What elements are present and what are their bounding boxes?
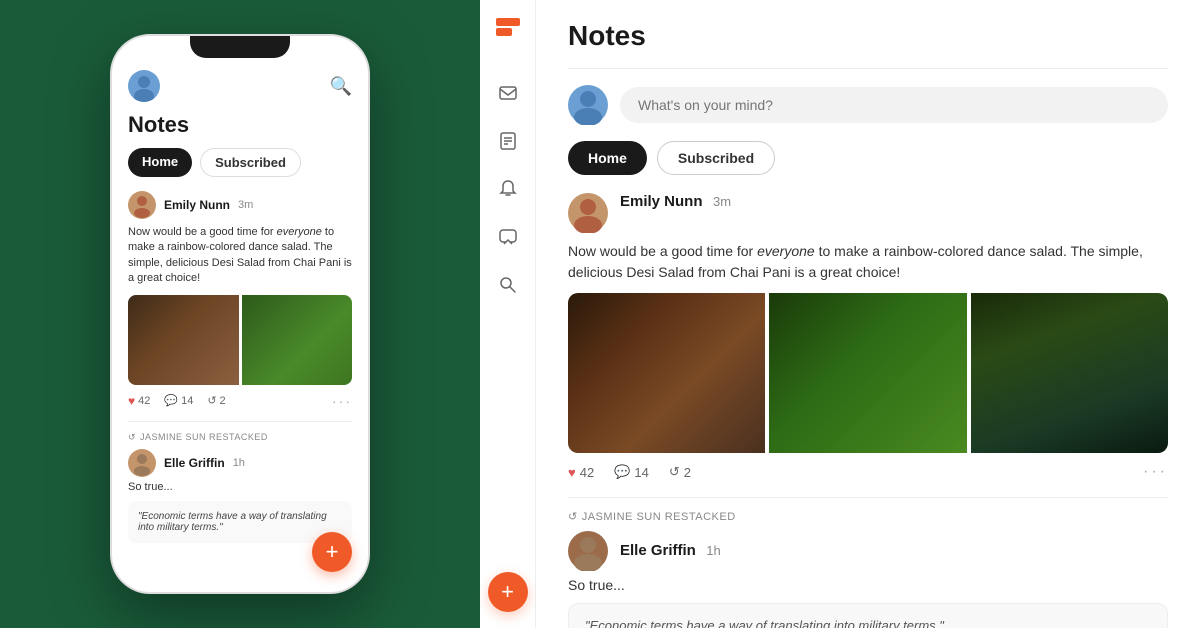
phone-food-image-right xyxy=(242,295,353,385)
main-tab-bar: Home Subscribed xyxy=(568,141,1168,175)
main-restack-action[interactable]: ↺ 2 xyxy=(669,464,691,480)
compose-row xyxy=(568,85,1168,125)
phone-divider xyxy=(128,421,352,422)
phone-heart-icon: ♥ xyxy=(128,394,135,408)
main-restack-label: ↺ JASMINE SUN RESTACKED xyxy=(568,510,1168,523)
main-post2-time: 1h xyxy=(706,543,720,558)
main-like-action[interactable]: ♥ 42 xyxy=(568,465,594,480)
main-post-card-1: Emily Nunn 3m Now would be a good time f… xyxy=(568,193,1168,481)
phone-restack-count: 2 xyxy=(220,395,226,407)
main-food-img-middle xyxy=(769,293,966,453)
main-post2-text: So true... xyxy=(568,577,1168,593)
main-more-icon[interactable]: ··· xyxy=(1143,463,1168,481)
phone-post1-images xyxy=(128,295,352,385)
sidebar-logo[interactable] xyxy=(494,16,522,49)
phone-food-image-left xyxy=(128,295,239,385)
sidebar-inbox-icon[interactable] xyxy=(488,73,528,113)
left-panel: 🔍 Notes Home Subscribed Emily Nunn 3m xyxy=(0,0,480,628)
phone-post2-time: 1h xyxy=(233,457,245,469)
phone-post2-header: Elle Griffin 1h xyxy=(128,449,352,477)
phone-post2-text: So true... xyxy=(128,481,352,493)
main-restack-label-text: JASMINE SUN RESTACKED xyxy=(582,511,736,523)
main-tab-subscribed[interactable]: Subscribed xyxy=(657,141,775,175)
main-post2-author: Elle Griffin xyxy=(620,542,696,559)
phone-tab-subscribed[interactable]: Subscribed xyxy=(200,148,301,177)
phone-post1-actions: ♥ 42 💬 14 ↺ 2 ··· xyxy=(128,393,352,409)
main-post1-images xyxy=(568,293,1168,453)
main-comment-count: 14 xyxy=(634,465,648,480)
phone-mockup: 🔍 Notes Home Subscribed Emily Nunn 3m xyxy=(110,34,370,594)
phone-post2-author: Elle Griffin xyxy=(164,456,225,470)
main-post1-avatar xyxy=(568,193,608,233)
phone-post1-text: Now would be a good time for everyone to… xyxy=(128,225,352,287)
phone-search-icon[interactable]: 🔍 xyxy=(330,76,352,97)
main-restack-count: 2 xyxy=(684,465,691,480)
phone-like-count: 42 xyxy=(138,395,150,407)
phone-post1-author: Emily Nunn xyxy=(164,198,230,212)
phone-header: 🔍 xyxy=(128,70,352,102)
phone-comment-icon: 💬 xyxy=(164,394,178,407)
main-content: Notes Home Subscribed Emily Nunn 3m Now … xyxy=(536,0,1200,628)
phone-restack-label: ↺ JASMINE SUN RESTACKED xyxy=(128,432,352,443)
main-post1-author: Emily Nunn xyxy=(620,193,703,210)
sidebar-search-icon[interactable] xyxy=(488,265,528,305)
main-post2-avatar xyxy=(568,531,608,571)
phone-post1-time: 3m xyxy=(238,199,253,211)
phone-restack-action[interactable]: ↺ 2 xyxy=(207,394,225,407)
phone-title: Notes xyxy=(128,112,352,138)
main-food-img-left xyxy=(568,293,765,453)
compose-input[interactable] xyxy=(620,87,1168,123)
sidebar: + xyxy=(480,0,536,628)
main-quote-text: "Economic terms have a way of translatin… xyxy=(585,618,944,628)
main-post1-actions: ♥ 42 💬 14 ↺ 2 ··· xyxy=(568,463,1168,481)
phone-fab-button[interactable]: + xyxy=(312,532,352,572)
phone-comment-action[interactable]: 💬 14 xyxy=(164,394,193,407)
phone-comment-count: 14 xyxy=(181,395,193,407)
phone-notch xyxy=(190,36,290,58)
phone-like-action[interactable]: ♥ 42 xyxy=(128,394,150,408)
sidebar-notes-icon[interactable] xyxy=(488,121,528,161)
phone-tab-bar: Home Subscribed xyxy=(128,148,352,177)
phone-post-card-1: Emily Nunn 3m Now would be a good time f… xyxy=(128,191,352,409)
main-food-img-right xyxy=(971,293,1168,453)
compose-avatar xyxy=(568,85,608,125)
main-restack-arrow-icon: ↺ xyxy=(568,510,578,523)
sidebar-bell-icon[interactable] xyxy=(488,169,528,209)
sidebar-fab-button[interactable]: + xyxy=(488,572,528,612)
main-like-count: 42 xyxy=(580,465,594,480)
main-comment-action[interactable]: 💬 14 xyxy=(614,464,649,480)
phone-user-avatar xyxy=(128,70,160,102)
phone-post2-avatar xyxy=(128,449,156,477)
sidebar-chat-icon[interactable] xyxy=(488,217,528,257)
main-post1-time: 3m xyxy=(713,194,731,209)
main-divider xyxy=(568,497,1168,498)
phone-post1-avatar xyxy=(128,191,156,219)
main-post2-header: Elle Griffin 1h xyxy=(568,531,1168,571)
main-post1-text: Now would be a good time for everyone to… xyxy=(568,241,1168,283)
phone-tab-home[interactable]: Home xyxy=(128,148,192,177)
main-page-title: Notes xyxy=(568,20,1168,69)
main-tab-home[interactable]: Home xyxy=(568,141,647,175)
phone-restack-icon: ↺ xyxy=(207,394,216,407)
phone-quote-text: "Economic terms have a way of translatin… xyxy=(138,511,327,533)
phone-restack-arrow-icon: ↺ xyxy=(128,432,136,443)
main-quote-box: "Economic terms have a way of translatin… xyxy=(568,603,1168,628)
main-comment-icon: 💬 xyxy=(614,464,630,480)
main-heart-icon: ♥ xyxy=(568,465,576,480)
phone-more-icon[interactable]: ··· xyxy=(332,393,352,409)
main-restack-icon: ↺ xyxy=(669,464,680,480)
